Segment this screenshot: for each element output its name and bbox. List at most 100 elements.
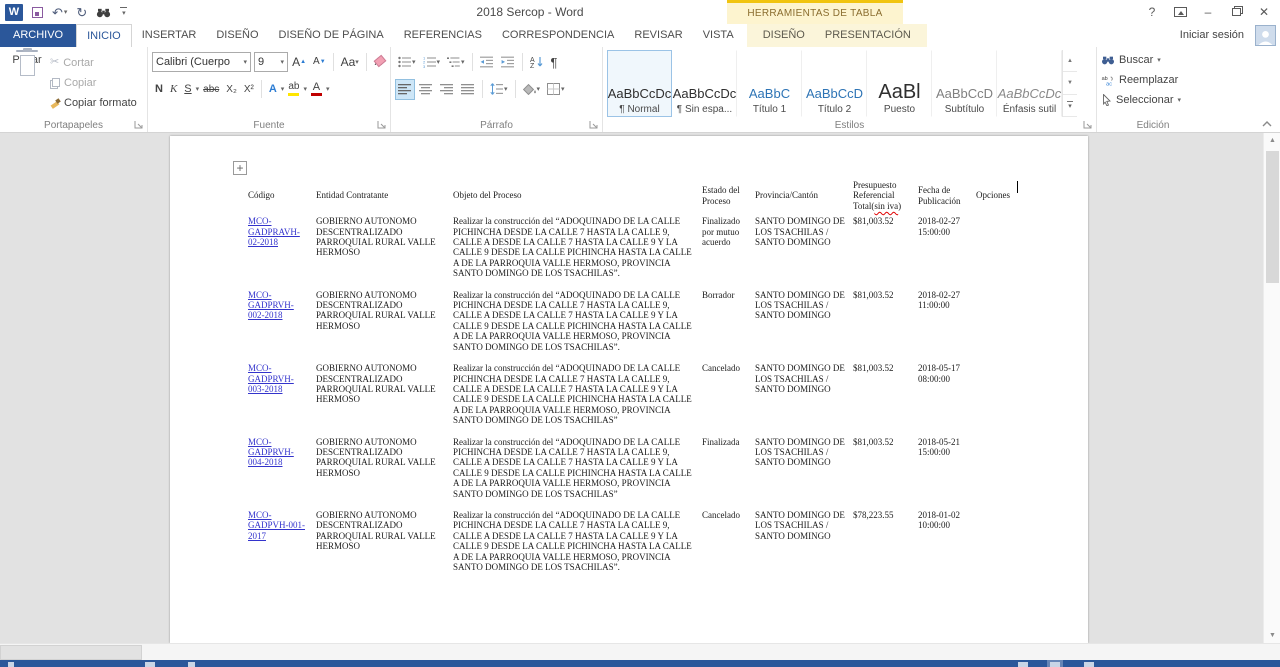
header-estado[interactable]: Estado del Proceso	[702, 178, 755, 213]
cell-presupuesto[interactable]: $81,003.52	[853, 434, 918, 507]
tab-diseno-de-pagina[interactable]: DISEÑO DE PÁGINA	[269, 24, 394, 47]
cell-opciones[interactable]	[976, 213, 1015, 286]
cell-provincia[interactable]: SANTO DOMINGO DE LOS TSACHILAS / SANTO D…	[755, 287, 853, 360]
font-dialog-launcher[interactable]	[377, 120, 387, 130]
quick-find-button[interactable]	[96, 7, 111, 18]
web-layout-icon[interactable]	[1084, 662, 1094, 667]
align-left-button[interactable]	[395, 79, 415, 100]
subscript-button[interactable]: X₂	[223, 79, 240, 100]
read-mode-icon[interactable]	[1018, 662, 1028, 667]
decrease-indent-button[interactable]	[477, 52, 497, 73]
font-name-combobox[interactable]: Calibri (Cuerpo▾	[152, 52, 251, 72]
shading-button[interactable]: ▾	[520, 79, 544, 100]
account-avatar[interactable]	[1255, 25, 1276, 46]
find-button[interactable]: Buscar ▾	[1101, 51, 1205, 69]
style-no-spacing[interactable]: AaBbCcDc ¶ Sin espa...	[672, 50, 737, 117]
proceso-link[interactable]: MCO-GADPRVH-003-2018	[248, 363, 294, 394]
word-logo-icon[interactable]: W	[5, 4, 23, 21]
cell-fecha[interactable]: 2018-02-27 15:00:00	[918, 213, 976, 286]
style-heading1[interactable]: AaBbC Título 1	[737, 50, 802, 117]
strikethrough-button[interactable]: abc	[200, 79, 222, 100]
tab-referencias[interactable]: REFERENCIAS	[394, 24, 492, 47]
font-color-dropdown-icon[interactable]: ▾	[326, 86, 330, 93]
italic-button[interactable]: K	[167, 79, 180, 100]
tab-table-design[interactable]: DISEÑO	[753, 24, 815, 47]
highlight-button[interactable]: ab	[285, 79, 302, 100]
style-subtle-emphasis[interactable]: AaBbCcDc Énfasis sutil	[997, 50, 1062, 117]
styles-dialog-launcher[interactable]	[1083, 120, 1093, 130]
sort-button[interactable]: AZ	[527, 52, 547, 73]
tab-diseno[interactable]: DISEÑO	[206, 24, 268, 47]
proceso-link[interactable]: MCO-GADPRVH-002-2018	[248, 290, 294, 321]
sign-in-link[interactable]: Iniciar sesión	[1180, 24, 1244, 47]
cell-opciones[interactable]	[976, 360, 1015, 433]
cell-objeto[interactable]: Realizar la construcción del “ADOQUINADO…	[453, 287, 702, 360]
customize-qat-button[interactable]: ▾	[120, 7, 127, 17]
status-page-info[interactable]	[8, 662, 14, 667]
align-center-button[interactable]	[416, 79, 436, 100]
change-case-button[interactable]: Aa▾	[338, 52, 362, 73]
tab-revisar[interactable]: REVISAR	[624, 24, 692, 47]
underline-button[interactable]: S	[181, 79, 194, 100]
procesos-table[interactable]: Código Entidad Contratante Objeto del Pr…	[248, 178, 1015, 580]
header-objeto[interactable]: Objeto del Proceso	[453, 178, 702, 213]
undo-button[interactable]: ↶▾	[52, 6, 67, 19]
cell-objeto[interactable]: Realizar la construcción del “ADOQUINADO…	[453, 213, 702, 286]
cell-fecha[interactable]: 2018-02-27 11:00:00	[918, 287, 976, 360]
print-layout-icon[interactable]	[1050, 662, 1060, 667]
cell-provincia[interactable]: SANTO DOMINGO DE LOS TSACHILAS / SANTO D…	[755, 360, 853, 433]
borders-button[interactable]: ▾	[544, 79, 568, 100]
clear-formatting-button[interactable]: A	[371, 55, 386, 69]
style-title[interactable]: AaBl Puesto	[867, 50, 932, 117]
cell-fecha[interactable]: 2018-05-17 08:00:00	[918, 360, 976, 433]
font-color-button[interactable]: A	[308, 79, 325, 100]
text-effects-button[interactable]: A	[266, 79, 280, 100]
scroll-up-button[interactable]: ▲	[1264, 133, 1280, 148]
status-word-count[interactable]	[145, 662, 155, 667]
replace-button[interactable]: abac Reemplazar	[1101, 71, 1205, 89]
format-painter-button[interactable]: Copiar formato	[50, 94, 137, 111]
status-proofing-icon[interactable]	[188, 662, 195, 667]
style-normal[interactable]: AaBbCcDc ¶ Normal	[607, 50, 672, 117]
cell-opciones[interactable]	[976, 507, 1015, 580]
grow-font-button[interactable]: A▲	[289, 52, 309, 73]
cell-presupuesto[interactable]: $81,003.52	[853, 360, 918, 433]
document-page[interactable]: + Código Entidad Contratante Objeto del …	[170, 136, 1088, 643]
styles-more-button[interactable]: ▾	[1063, 95, 1077, 117]
tab-insertar[interactable]: INSERTAR	[132, 24, 207, 47]
cell-entidad[interactable]: GOBIERNO AUTONOMO DESCENTRALIZADO PARROQ…	[316, 213, 453, 286]
scroll-down-button[interactable]: ▼	[1264, 628, 1280, 643]
styles-scroll-up-button[interactable]: ▲	[1063, 50, 1077, 72]
tab-correspondencia[interactable]: CORRESPONDENCIA	[492, 24, 624, 47]
cell-fecha[interactable]: 2018-01-02 10:00:00	[918, 507, 976, 580]
tab-inicio[interactable]: INICIO	[76, 24, 132, 47]
tab-table-layout[interactable]: PRESENTACIÓN	[815, 24, 921, 47]
proceso-link[interactable]: MCO-GADPRAVH-02-2018	[248, 216, 300, 247]
show-marks-button[interactable]: ¶	[548, 52, 561, 73]
style-heading2[interactable]: AaBbCcD Título 2	[802, 50, 867, 117]
cell-objeto[interactable]: Realizar la construcción del “ADOQUINADO…	[453, 434, 702, 507]
tab-vista[interactable]: VISTA	[693, 24, 744, 47]
cell-presupuesto[interactable]: $81,003.52	[853, 287, 918, 360]
ribbon-display-options-button[interactable]	[1166, 1, 1194, 23]
justify-button[interactable]	[458, 79, 478, 100]
cell-estado[interactable]: Borrador	[702, 287, 755, 360]
redo-button[interactable]: ↻	[76, 6, 87, 19]
header-opciones[interactable]: Opciones	[976, 178, 1015, 213]
font-size-combobox[interactable]: 9▾	[254, 52, 288, 72]
cell-estado[interactable]: Finalizado por mutuo acuerdo	[702, 213, 755, 286]
horizontal-scrollbar-thumb[interactable]	[0, 645, 142, 660]
cell-provincia[interactable]: SANTO DOMINGO DE LOS TSACHILAS / SANTO D…	[755, 434, 853, 507]
cell-estado[interactable]: Finalizada	[702, 434, 755, 507]
numbering-button[interactable]: 123 ▾	[420, 52, 444, 73]
cell-estado[interactable]: Cancelado	[702, 360, 755, 433]
save-button[interactable]	[32, 7, 43, 18]
copy-button[interactable]: Copiar	[50, 74, 137, 91]
cell-entidad[interactable]: GOBIERNO AUTONOMO DESCENTRALIZADO PARROQ…	[316, 360, 453, 433]
tab-archivo[interactable]: ARCHIVO	[0, 24, 76, 47]
cell-objeto[interactable]: Realizar la construcción del “ADOQUINADO…	[453, 507, 702, 580]
restore-button[interactable]	[1222, 1, 1250, 23]
clipboard-dialog-launcher[interactable]	[134, 120, 144, 130]
paste-button[interactable]: Pegar ▾	[4, 50, 50, 71]
shrink-font-button[interactable]: A▼	[310, 52, 329, 73]
